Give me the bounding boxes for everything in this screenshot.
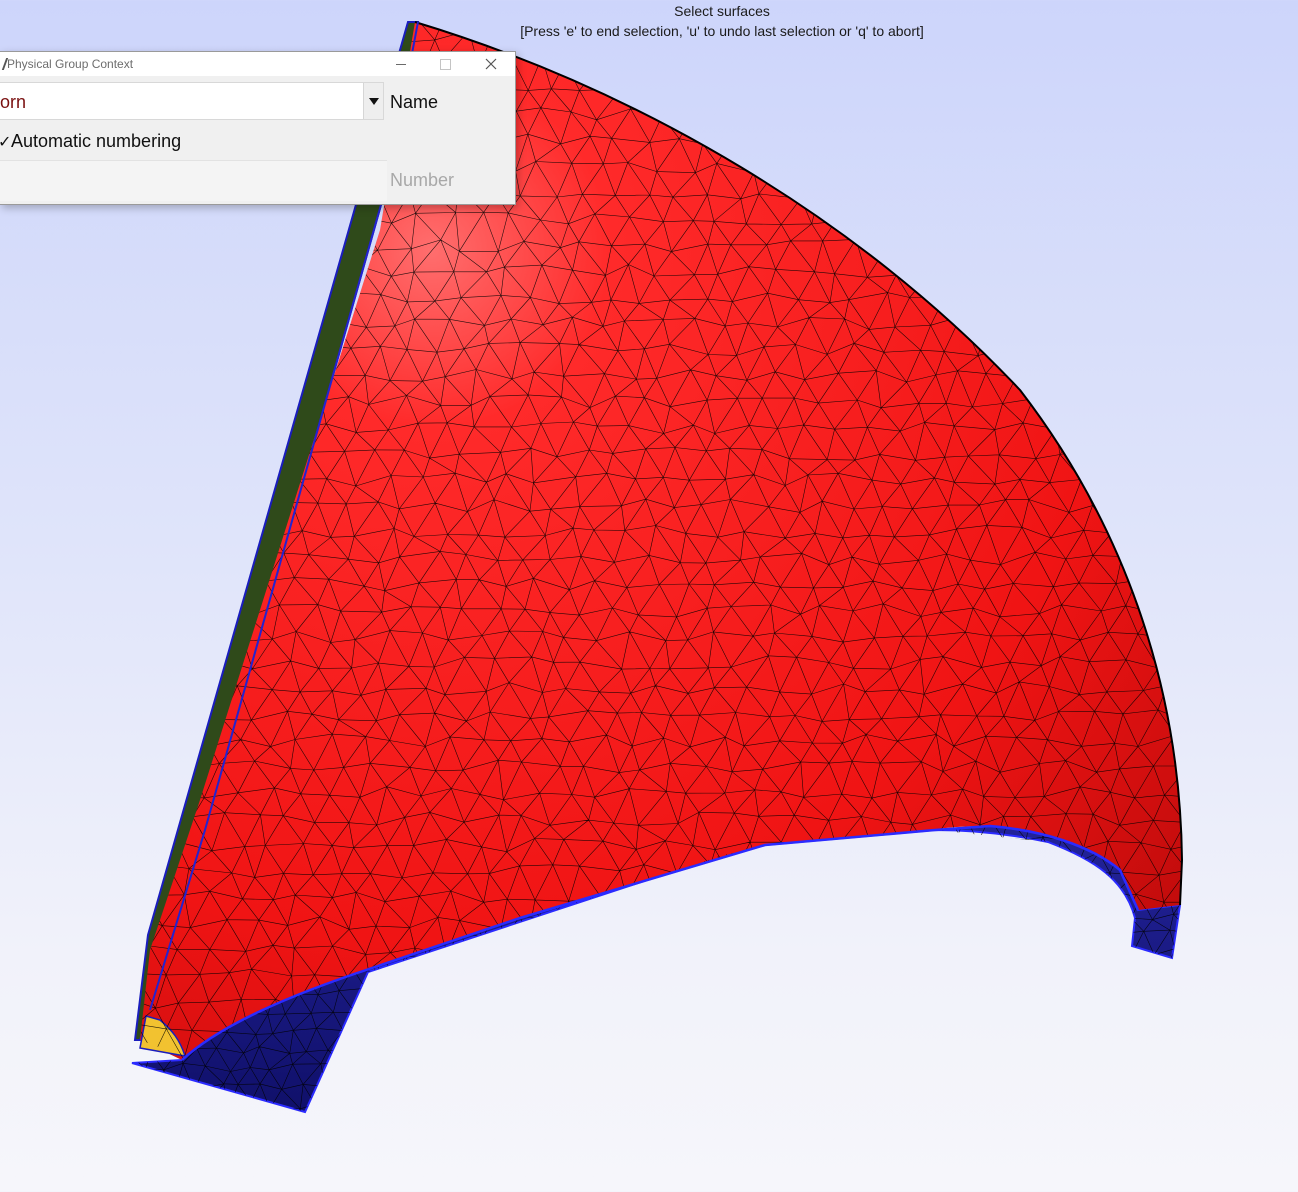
name-label: Name [390,92,439,112]
chevron-down-icon [368,97,379,105]
minimize-icon [395,63,406,65]
name-combobox-value: orn [0,92,27,112]
dialog-title: Physical Group Context [7,57,134,71]
dialog-titlebar[interactable]: Physical Group Context [0,52,515,76]
number-input[interactable] [0,160,387,201]
name-combobox[interactable]: orn [0,82,384,120]
maximize-icon [440,58,451,70]
close-icon [485,58,496,70]
number-label: Number [390,170,455,190]
minimize-button[interactable] [378,52,423,76]
maximize-button[interactable] [423,52,468,76]
automatic-numbering-label[interactable]: Automatic numbering [11,131,181,152]
selection-instruction-detail: [Press 'e' to end selection, 'u' to undo… [520,23,924,39]
automatic-numbering-checkbox[interactable]: ✓ [0,132,11,152]
close-button[interactable] [468,52,513,76]
physical-group-dialog[interactable]: Physical Group Context orn Name ✓ Automa… [0,51,516,205]
dropdown-button[interactable] [363,83,383,119]
selection-instruction-title: Select surfaces [674,3,770,19]
